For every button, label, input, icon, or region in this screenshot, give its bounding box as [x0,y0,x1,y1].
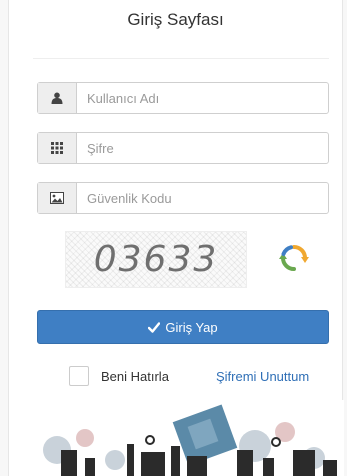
login-panel: Giriş Sayfası Kullanıcı Adı Güvenlik Kod… [8,0,344,476]
captcha-field-group [37,182,329,214]
keypad-icon [51,142,63,154]
password-addon [38,133,77,163]
captcha-input[interactable] [77,183,328,213]
forgot-password-link[interactable]: Şifremi Unuttum [216,369,309,384]
username-field-group [37,82,329,114]
refresh-icon[interactable] [279,243,309,273]
page-title: Giriş Sayfası [127,10,224,29]
login-button[interactable]: Giriş Yap [37,310,329,344]
captcha-addon [38,183,77,213]
password-input[interactable] [77,133,328,163]
remember-label[interactable]: Beni Hatırla [101,369,169,384]
image-icon [50,192,64,204]
decorative-banner-image [29,400,344,476]
username-addon [38,83,77,113]
password-field-group [37,132,329,164]
remember-checkbox[interactable] [69,366,89,386]
title-divider [33,58,329,59]
checkmark-icon [148,321,161,333]
user-icon [51,92,63,104]
username-input[interactable] [77,83,328,113]
login-button-label: Giriş Yap [165,319,218,335]
captcha-code: 03633 [93,239,219,280]
captcha-image: 03633 [65,231,247,288]
